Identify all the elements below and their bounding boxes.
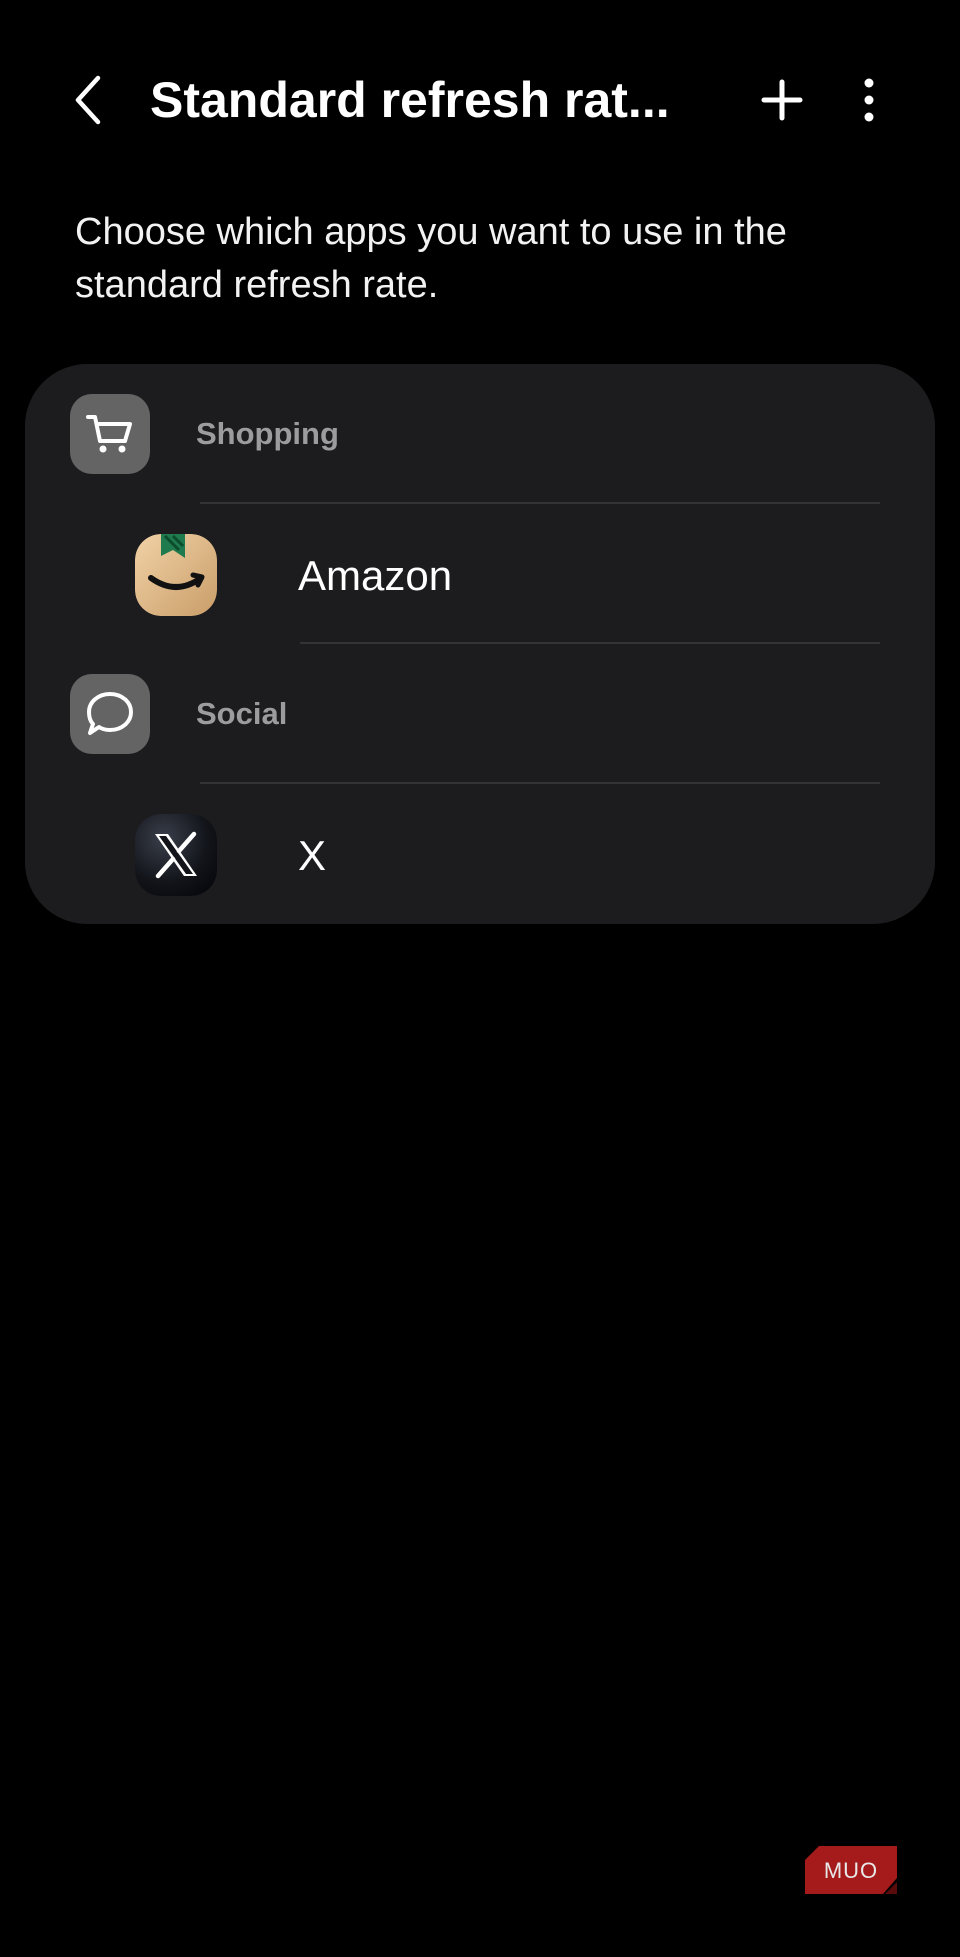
app-icon-amazon	[135, 534, 217, 616]
category-icon-social	[70, 674, 150, 754]
app-bar: Standard refresh rat...	[0, 0, 960, 200]
chevron-left-icon	[75, 75, 101, 125]
add-button[interactable]	[750, 68, 814, 132]
x-logo-icon	[135, 814, 217, 896]
category-header-shopping: Shopping	[25, 364, 935, 504]
app-icon-x	[135, 814, 217, 896]
more-options-button[interactable]	[845, 68, 893, 132]
app-row-x[interactable]: X	[25, 784, 935, 924]
category-label-social: Social	[196, 696, 288, 731]
category-icon-shopping	[70, 394, 150, 474]
amazon-icon	[135, 534, 217, 616]
description-text: Choose which apps you want to use in the…	[75, 211, 787, 306]
category-label-shopping: Shopping	[196, 416, 339, 451]
app-label-amazon: Amazon	[298, 552, 453, 599]
shopping-cart-icon	[86, 415, 132, 453]
app-label-x: X	[298, 832, 327, 879]
back-button[interactable]	[58, 62, 118, 138]
app-row-amazon[interactable]: Amazon	[25, 504, 935, 644]
page-title: Standard refresh rat...	[150, 72, 670, 128]
watermark-text: MUO	[824, 1858, 878, 1883]
plus-icon	[761, 79, 803, 121]
category-header-social: Social	[25, 644, 935, 784]
muo-watermark: MUO	[805, 1846, 897, 1894]
chat-bubble-icon	[87, 692, 133, 735]
vertical-dots-icon	[864, 78, 874, 122]
app-list-card: Shopping Amazon Social X	[25, 364, 935, 924]
